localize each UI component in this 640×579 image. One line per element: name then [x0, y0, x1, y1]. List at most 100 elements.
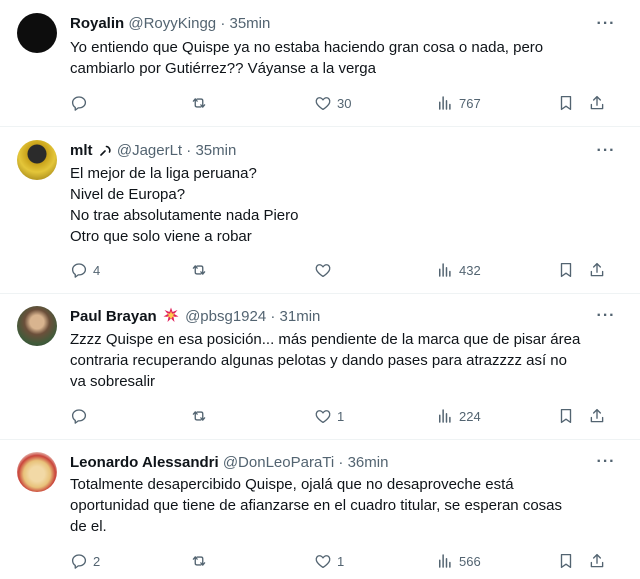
more-horizontal-icon[interactable]: ··· — [596, 16, 616, 38]
timeline-feed: Royalin @RoyyKingg · 35min ··· Yo entien… — [0, 0, 640, 579]
tweet-text-line: El mejor de la liga peruana? — [70, 165, 257, 182]
tweet-header: Paul Brayan @pbsg1924 · 31min — [70, 307, 600, 327]
views-button[interactable]: 767 — [436, 92, 481, 114]
tweet-text-line: de el. — [70, 518, 107, 535]
user-handle[interactable]: @JagerLt — [117, 142, 182, 159]
tweet[interactable]: Leonardo Alessandri @DonLeoParaTi · 36mi… — [0, 440, 640, 579]
tweet-text-line: Yo entiendo que Quispe ya no estaba haci… — [70, 39, 544, 56]
avatar[interactable] — [17, 13, 57, 53]
views-button[interactable]: 566 — [436, 550, 481, 572]
views-count: 224 — [459, 408, 481, 424]
like-button[interactable] — [314, 259, 337, 281]
tweet-text-line: Nivel de Europa? — [70, 186, 186, 203]
tweet-text: Yo entiendo que Quispe ya no estaba haci… — [70, 37, 622, 79]
separator-dot: · — [338, 454, 344, 471]
share-button[interactable] — [588, 405, 606, 427]
tweet-text-line: Totalmente desapercibido Quispe, ojalá q… — [70, 476, 514, 493]
bookmark-button[interactable] — [557, 405, 575, 427]
tweet-actions: 1 224 — [70, 405, 615, 427]
bookmark-icon — [560, 553, 572, 569]
avatar[interactable] — [17, 452, 57, 492]
tweet[interactable]: Royalin @RoyyKingg · 35min ··· Yo entien… — [0, 0, 640, 127]
retweet-button[interactable] — [190, 259, 213, 281]
like-button[interactable]: 1 — [314, 405, 344, 427]
tweet-text-line: va sobresalir — [70, 373, 156, 390]
explosion-emoji-icon — [163, 307, 179, 322]
timestamp[interactable]: 35min — [195, 142, 236, 159]
timestamp[interactable]: 35min — [229, 15, 270, 32]
tweet-text-line: contraria recuperando algunas pelotas y … — [70, 352, 567, 369]
tweet[interactable]: mlt @JagerLt · 35min ··· El mejor de la … — [0, 127, 640, 294]
heart-icon — [315, 410, 331, 424]
share-button[interactable] — [588, 550, 606, 572]
sickle-badge-icon — [99, 145, 111, 156]
user-handle[interactable]: @pbsg1924 — [185, 308, 266, 325]
user-handle[interactable]: @DonLeoParaTi — [223, 454, 334, 471]
bookmark-icon — [560, 95, 572, 111]
like-count: 1 — [337, 408, 345, 424]
share-icon — [590, 262, 604, 277]
tweet-text-line: Zzzz Quispe en esa posición... más pendi… — [70, 331, 581, 348]
separator-dot: · — [220, 15, 226, 32]
user-handle[interactable]: @RoyyKingg — [128, 15, 216, 32]
display-name[interactable]: Paul Brayan — [70, 307, 181, 325]
tweet[interactable]: Paul Brayan @pbsg1924 · 31min ··· Zzzz Q… — [0, 294, 640, 440]
more-horizontal-icon[interactable]: ··· — [596, 308, 616, 330]
reply-count: 2 — [93, 553, 101, 569]
timestamp[interactable]: 31min — [280, 308, 321, 325]
bookmark-button[interactable] — [557, 259, 575, 281]
reply-icon — [71, 409, 87, 424]
tweet-text: Totalmente desapercibido Quispe, ojalá q… — [70, 474, 622, 537]
bookmark-button[interactable] — [557, 550, 575, 572]
tweet-actions: 30 767 — [70, 92, 615, 114]
views-button[interactable]: 224 — [436, 405, 481, 427]
views-count: 566 — [459, 553, 481, 569]
more-horizontal-icon[interactable]: ··· — [596, 454, 616, 476]
views-bar-chart-icon — [439, 554, 451, 568]
reply-button[interactable]: 4 — [70, 259, 100, 281]
more-horizontal-icon[interactable]: ··· — [596, 143, 616, 165]
display-name[interactable]: Royalin — [70, 15, 124, 32]
retweet-icon — [192, 98, 206, 108]
retweet-button[interactable] — [190, 550, 213, 572]
bookmark-icon — [560, 262, 572, 278]
timestamp[interactable]: 36min — [348, 454, 389, 471]
avatar[interactable] — [17, 306, 57, 346]
bookmark-icon — [560, 408, 572, 424]
display-name[interactable]: Leonardo Alessandri — [70, 454, 219, 471]
heart-icon — [315, 97, 331, 111]
separator-dot: · — [186, 142, 192, 159]
reply-button[interactable]: 2 — [70, 550, 100, 572]
retweet-button[interactable] — [190, 92, 213, 114]
like-button[interactable]: 1 — [314, 550, 344, 572]
avatar[interactable] — [17, 140, 57, 180]
separator-dot: · — [270, 308, 276, 325]
retweet-icon — [192, 556, 206, 566]
retweet-icon — [192, 411, 206, 421]
reply-button[interactable] — [70, 405, 93, 427]
heart-icon — [315, 555, 331, 569]
views-button[interactable]: 432 — [436, 259, 481, 281]
tweet-text: El mejor de la liga peruana? Nivel de Eu… — [70, 163, 622, 247]
reply-icon — [71, 554, 87, 569]
share-button[interactable] — [588, 92, 606, 114]
reply-count: 4 — [93, 262, 101, 278]
heart-icon — [315, 264, 331, 278]
tweet-text-line: cambiarlo por Gutiérrez?? Váyanse a la v… — [70, 60, 376, 77]
reply-button[interactable] — [70, 92, 93, 114]
share-icon — [590, 95, 604, 110]
share-icon — [590, 553, 604, 568]
retweet-button[interactable] — [190, 405, 213, 427]
views-count: 432 — [459, 262, 481, 278]
bookmark-button[interactable] — [557, 92, 575, 114]
views-count: 767 — [459, 95, 481, 111]
display-name[interactable]: mlt — [70, 142, 113, 159]
share-button[interactable] — [588, 259, 606, 281]
reply-icon — [71, 96, 87, 111]
tweet-text-line: Otro que solo viene a robar — [70, 228, 252, 245]
reply-icon — [71, 263, 87, 278]
like-button[interactable]: 30 — [314, 92, 351, 114]
retweet-icon — [192, 265, 206, 275]
tweet-header: mlt @JagerLt · 35min — [70, 141, 600, 161]
like-count: 1 — [337, 553, 345, 569]
